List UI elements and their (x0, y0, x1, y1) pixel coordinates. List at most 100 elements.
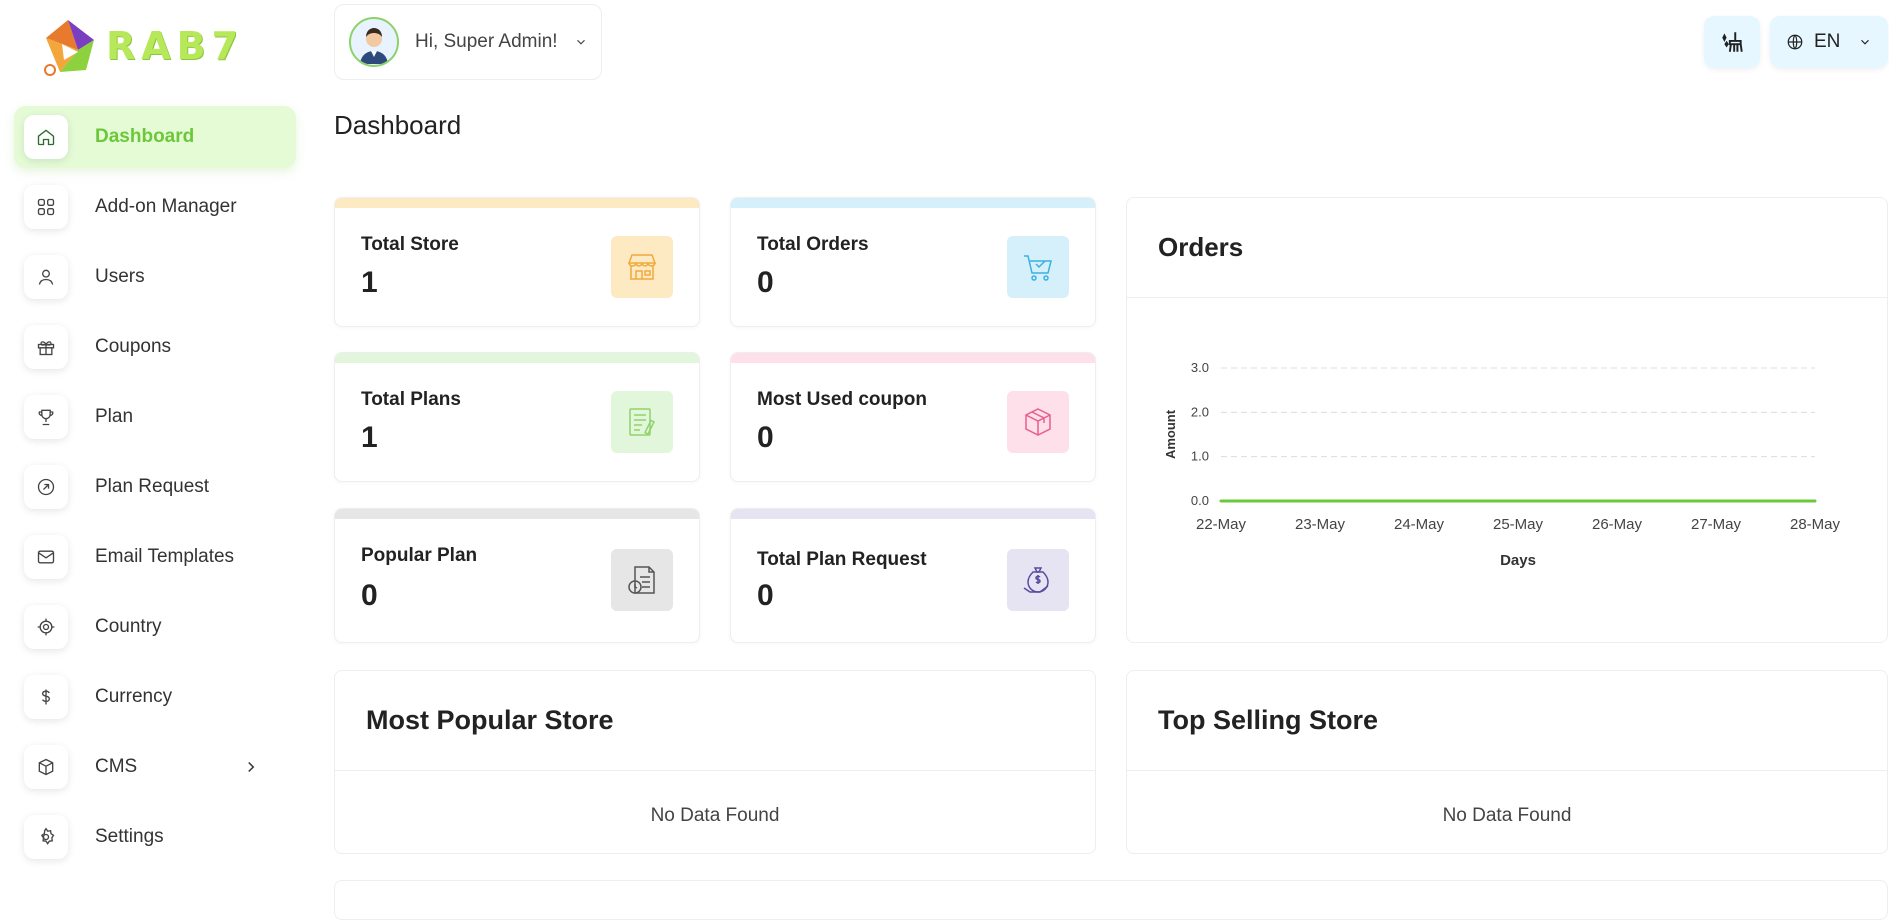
stat-card-accent (731, 353, 1095, 363)
sidebar-item-currency[interactable]: Currency (14, 666, 296, 728)
plan-list-icon (611, 391, 673, 453)
y-axis-label: Amount (1163, 409, 1178, 459)
document-clock-icon (611, 549, 673, 611)
orders-panel-title: Orders (1127, 198, 1887, 298)
arrow-circle-icon (24, 465, 68, 509)
cart-icon (1007, 236, 1069, 298)
sidebar-item-label: Dashboard (95, 126, 195, 147)
gear-icon (24, 815, 68, 859)
sidebar-item-dashboard[interactable]: Dashboard (14, 106, 296, 168)
sidebar-item-label: CMS (95, 756, 138, 777)
avatar (349, 17, 399, 67)
stat-card-accent (335, 353, 699, 363)
sidebar-item-plan[interactable]: Plan (14, 386, 296, 448)
money-hand-icon (1007, 549, 1069, 611)
orders-data-point (1615, 499, 1619, 503)
sidebar-item-plan-request[interactable]: Plan Request (14, 456, 296, 518)
sidebar-item-users[interactable]: Users (14, 246, 296, 308)
sidebar-item-label: Settings (95, 826, 164, 847)
stat-card-accent (731, 198, 1095, 208)
stat-card-total-plans[interactable]: Total Plans 1 (334, 352, 700, 482)
orders-panel: Orders 0.0 1.0 2.0 3.0 22-May 23-May 24-May 25-… (1126, 197, 1888, 643)
sidebar-item-label: Country (95, 616, 162, 637)
stat-value: 0 (361, 579, 378, 612)
sidebar-item-country[interactable]: Country (14, 596, 296, 658)
x-tick-label: 22-May (1196, 516, 1247, 533)
y-tick-label: 2.0 (1191, 404, 1209, 419)
logo-mark-icon (44, 20, 94, 76)
grid-icon (24, 185, 68, 229)
orders-data-point (1417, 499, 1421, 503)
globe-icon (1787, 34, 1803, 50)
orders-data-point (1813, 499, 1817, 503)
broom-icon (1722, 32, 1743, 52)
stat-card-popular-plan[interactable]: Popular Plan 0 (334, 508, 700, 643)
empty-state-text: No Data Found (650, 805, 780, 826)
x-tick-label: 24-May (1394, 516, 1445, 533)
brand-name: RAB7 (106, 24, 245, 68)
mail-icon (24, 535, 68, 579)
user-icon (24, 255, 68, 299)
stat-value: 0 (757, 579, 774, 612)
y-tick-label: 0.0 (1191, 493, 1209, 508)
x-tick-label: 28-May (1790, 516, 1841, 533)
stat-card-total-store[interactable]: Total Store 1 (334, 197, 700, 327)
top-selling-store-panel: Top Selling Store No Data Found (1126, 670, 1888, 854)
stat-card-accent (731, 509, 1095, 519)
stat-value: 0 (757, 421, 774, 454)
home-icon (24, 115, 68, 159)
stat-card-total-orders[interactable]: Total Orders 0 (730, 197, 1096, 327)
x-tick-label: 23-May (1295, 516, 1346, 533)
x-tick-label: 26-May (1592, 516, 1643, 533)
package-icon (1007, 391, 1069, 453)
gift-icon (24, 325, 68, 369)
sidebar-item-email-templates[interactable]: Email Templates (14, 526, 296, 588)
stat-value: 1 (361, 421, 378, 454)
user-menu[interactable]: Hi, Super Admin! (334, 4, 602, 80)
sidebar-nav: Dashboard Add-on Manager Users Coupons P… (14, 106, 296, 876)
sidebar-item-coupons[interactable]: Coupons (14, 316, 296, 378)
sidebar-item-label: Email Templates (95, 546, 235, 567)
stat-card-most-used-coupon[interactable]: Most Used coupon 0 (730, 352, 1096, 482)
most-popular-store-title: Most Popular Store (335, 671, 1095, 771)
sidebar-item-label: Coupons (95, 336, 172, 357)
page-title: Dashboard (334, 110, 462, 140)
orders-data-point (1219, 499, 1223, 503)
language-selector[interactable]: EN (1770, 16, 1888, 68)
stat-card-total-plan-request[interactable]: Total Plan Request 0 (730, 508, 1096, 643)
x-tick-label: 25-May (1493, 516, 1544, 533)
sidebar-item-label: Users (95, 266, 145, 287)
chevron-down-icon (574, 35, 588, 49)
dollar-icon (24, 675, 68, 719)
orders-data-point (1516, 499, 1520, 503)
stat-label: Total Orders (757, 234, 869, 255)
x-axis-label: Days (1500, 552, 1536, 569)
orders-data-point (1318, 499, 1322, 503)
stat-label: Most Used coupon (757, 389, 927, 410)
sidebar-item-cms[interactable]: CMS (14, 736, 296, 798)
chevron-right-icon[interactable] (242, 758, 260, 776)
chevron-down-icon (1858, 35, 1872, 49)
box-icon (24, 745, 68, 789)
trophy-icon (24, 395, 68, 439)
sidebar-item-label: Plan (95, 406, 134, 427)
stat-label: Total Store (361, 234, 459, 255)
user-greeting: Hi, Super Admin! (415, 31, 558, 52)
stat-label: Popular Plan (361, 545, 478, 566)
y-tick-label: 1.0 (1191, 449, 1209, 464)
store-icon (611, 236, 673, 298)
sidebar: RAB7 Dashboard Add-on Manager Users Coup… (0, 0, 306, 888)
stat-label: Total Plan Request (757, 549, 927, 570)
x-tick-label: 27-May (1691, 516, 1742, 533)
sidebar-item-label: Add-on Manager (95, 196, 237, 217)
stat-card-accent (335, 198, 699, 208)
sidebar-item-label: Plan Request (95, 476, 210, 497)
sidebar-item-add-on-manager[interactable]: Add-on Manager (14, 176, 296, 238)
clear-cache-button[interactable] (1704, 16, 1760, 68)
stat-value: 1 (361, 266, 378, 299)
orders-data-point (1714, 499, 1718, 503)
sidebar-item-settings[interactable]: Settings (14, 806, 296, 868)
stat-card-accent (335, 509, 699, 519)
avatar-icon (352, 20, 396, 64)
brand-logo[interactable]: RAB7 (38, 14, 244, 78)
